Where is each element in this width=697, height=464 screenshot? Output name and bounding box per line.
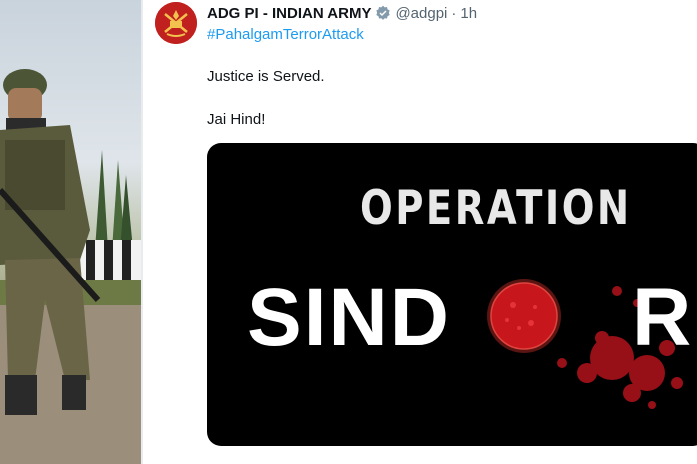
tweet-card: ADG PI - INDIAN ARMY @adgpi · 1h #Pahalg…	[143, 0, 697, 464]
verified-badge-icon	[376, 5, 391, 20]
separator-dot: ·	[451, 4, 457, 22]
avatar[interactable]	[155, 2, 197, 44]
tweet-media-image[interactable]: OPERATION SIND R	[207, 143, 697, 446]
hashtag-link[interactable]: #PahalgamTerrorAttack	[207, 26, 364, 43]
tweet-text-line-2: Jai Hind!	[207, 111, 266, 128]
account-name[interactable]: ADG PI - INDIAN ARMY	[207, 5, 371, 22]
tweet-header: ADG PI - INDIAN ARMY @adgpi · 1h	[207, 3, 477, 23]
account-handle[interactable]: @adgpi	[395, 5, 447, 22]
timestamp[interactable]: 1h	[460, 5, 477, 22]
r-text: R	[632, 272, 692, 363]
sindoor-bowl-icon	[487, 279, 683, 409]
army-emblem-icon	[155, 2, 197, 44]
soldier-photo	[0, 0, 141, 464]
tweet-text-line-1: Justice is Served.	[207, 68, 325, 85]
